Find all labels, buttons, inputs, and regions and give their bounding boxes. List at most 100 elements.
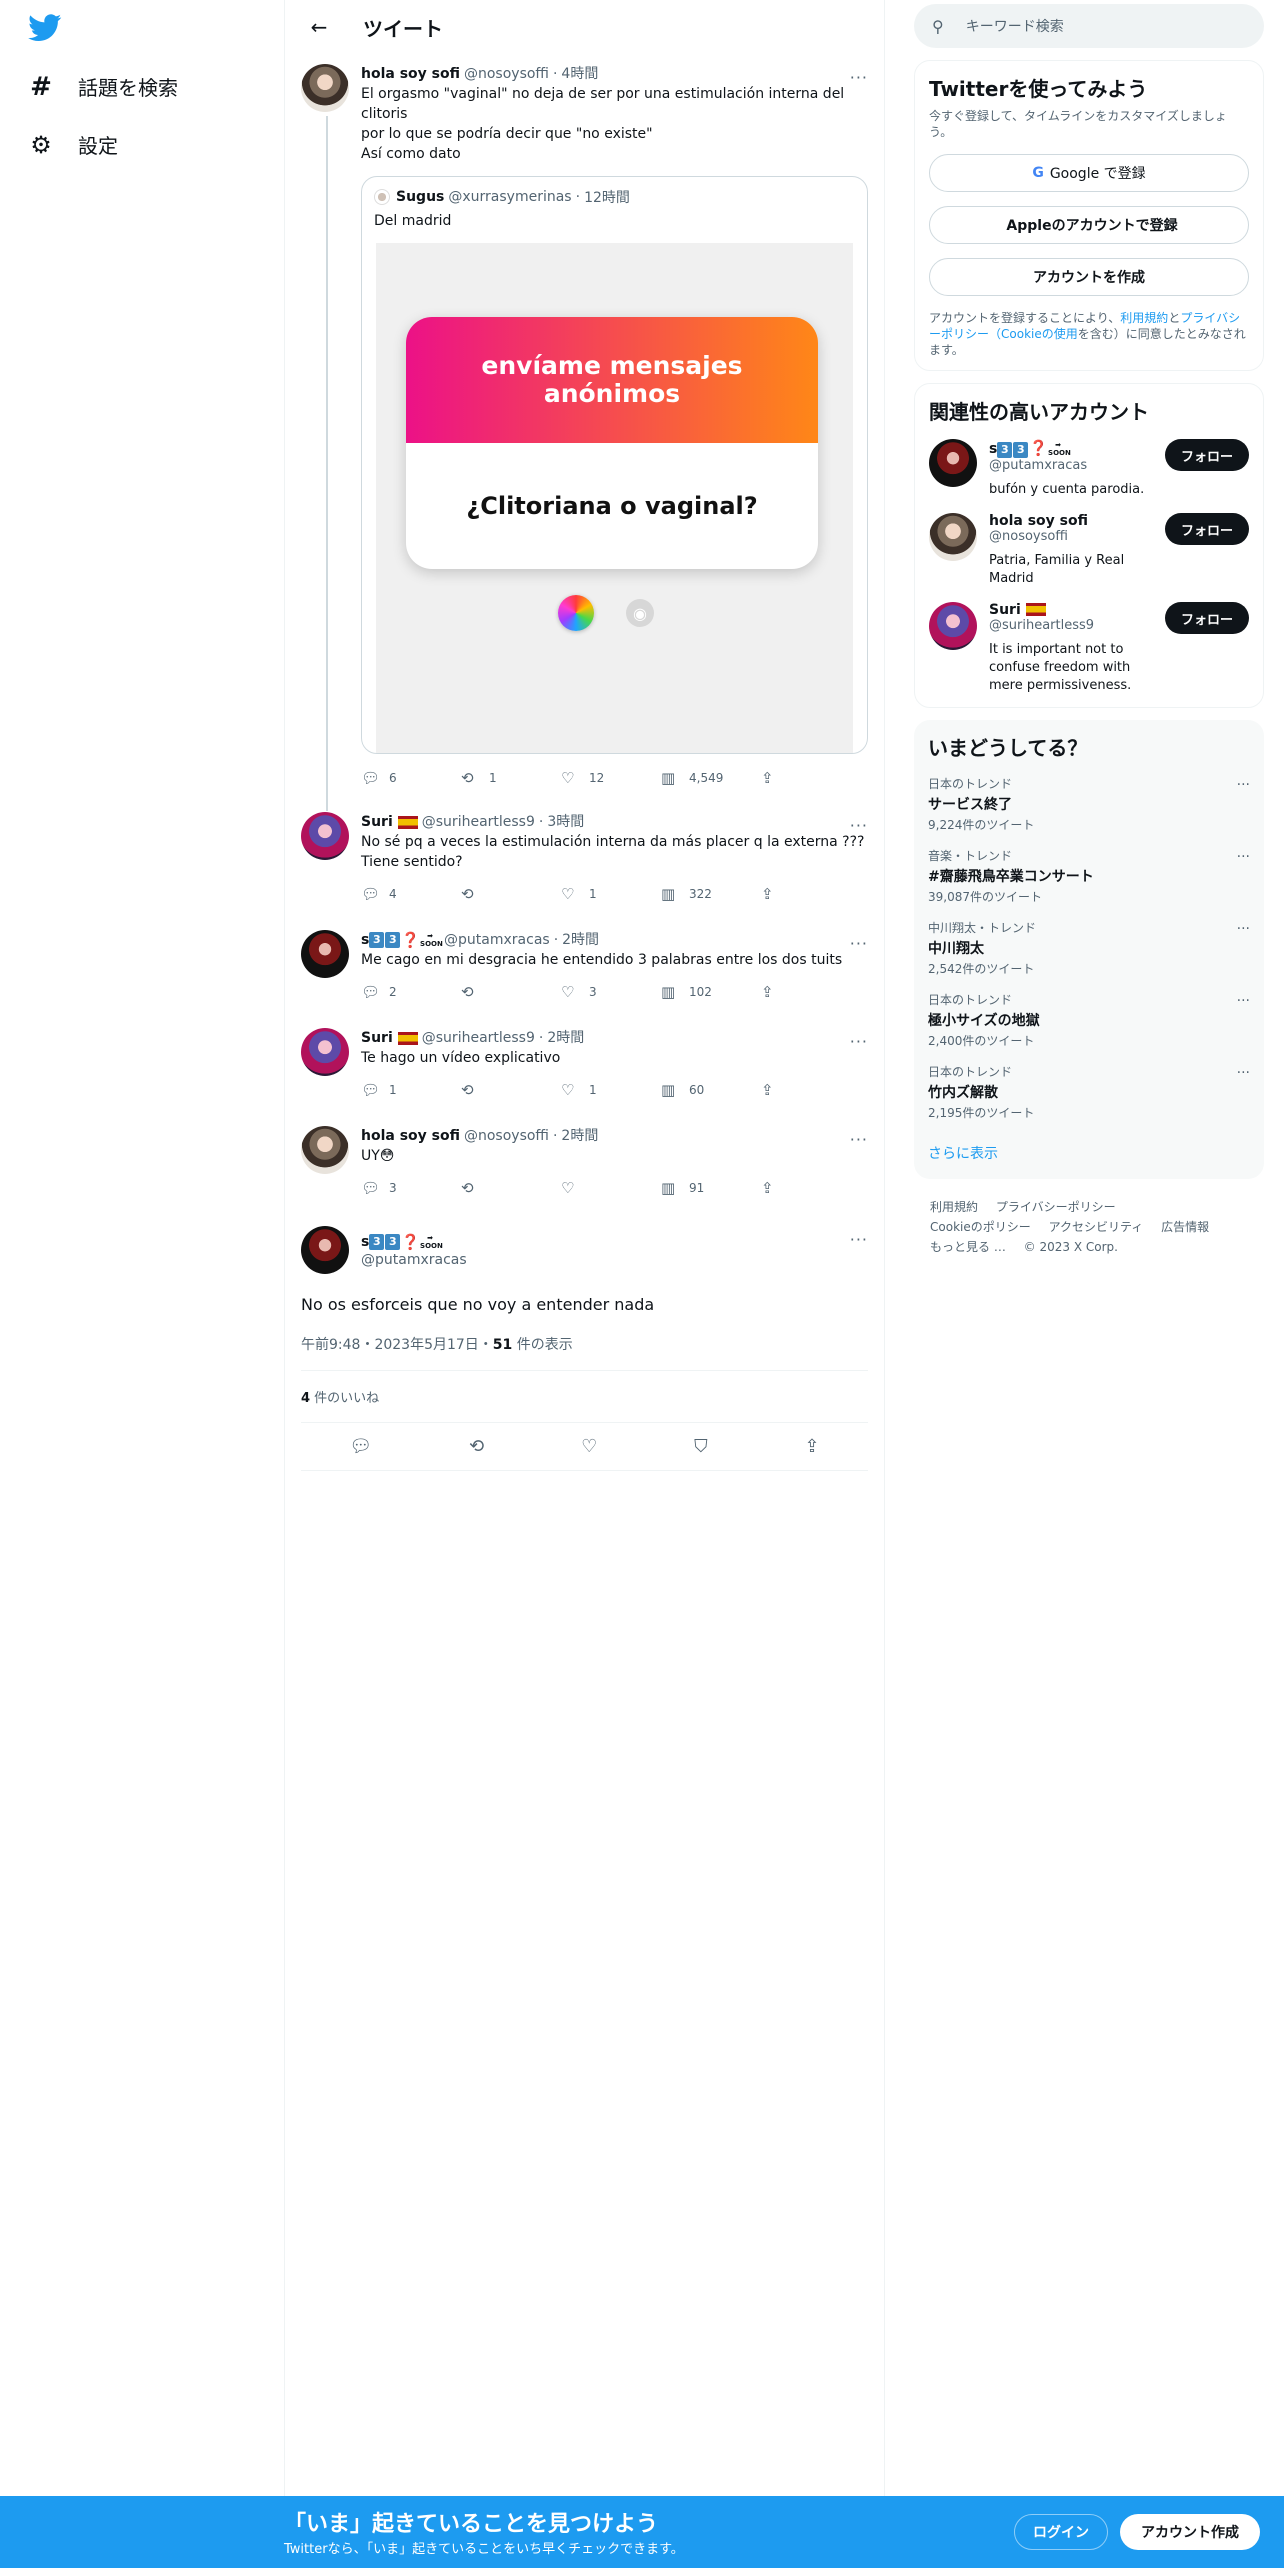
more-icon[interactable]: ··· bbox=[850, 934, 868, 953]
quote-image[interactable]: envíame mensajes anónimos ¿Clitoriana o … bbox=[376, 243, 853, 753]
author-name[interactable]: Suri bbox=[361, 1028, 393, 1048]
account-item[interactable]: s 3 3 ❓ ➡ SOON @putamxracas bufón y cuenta pa… bbox=[929, 439, 1249, 499]
heart-icon[interactable]: ♡ bbox=[581, 1436, 597, 1457]
avatar[interactable] bbox=[301, 64, 349, 112]
retweet-button[interactable]: ⟲ bbox=[461, 1081, 561, 1099]
reply-button[interactable]: 💬︎ 6 bbox=[361, 769, 461, 787]
more-icon[interactable]: ··· bbox=[850, 1230, 868, 1249]
avatar[interactable] bbox=[301, 1126, 349, 1174]
follow-button[interactable]: フォロー bbox=[1164, 602, 1249, 634]
views-button[interactable]: ▥ 322 bbox=[661, 885, 761, 903]
views-button[interactable]: ▥ 4,549 bbox=[661, 769, 761, 787]
like-button[interactable]: ♡ 1 bbox=[561, 1081, 661, 1099]
share-icon[interactable]: ⇪ bbox=[804, 1436, 819, 1457]
author-name[interactable]: Suri bbox=[361, 812, 393, 832]
show-more-link[interactable]: さらに表示 bbox=[928, 1143, 1250, 1163]
tweet-1[interactable]: hola soy sofi @nosoysoffi · 4時間 El orgas… bbox=[285, 54, 884, 811]
signup-button[interactable]: アカウント作成 bbox=[1120, 2514, 1260, 2550]
tweet-time[interactable]: 2時間 bbox=[547, 1028, 584, 1048]
search-input[interactable]: キーワード検索 bbox=[966, 16, 1064, 36]
more-icon[interactable]: ··· bbox=[850, 1032, 868, 1051]
back-arrow-icon[interactable]: ← bbox=[299, 7, 339, 47]
tweet-4[interactable]: Suri @suriheartless9 · 2時間 Te hago un ví… bbox=[285, 1010, 884, 1108]
footer-link-privacy[interactable]: プライバシーポリシー bbox=[996, 1200, 1116, 1214]
avatar[interactable] bbox=[301, 930, 349, 978]
more-icon[interactable]: ··· bbox=[1237, 849, 1250, 865]
account-item[interactable]: Suri @suriheartless9 It is important not… bbox=[929, 602, 1249, 695]
author-name[interactable]: s bbox=[361, 930, 369, 950]
trend-item[interactable]: 日本のトレンド サービス終了 9,224件のツイート ··· bbox=[928, 775, 1250, 833]
more-icon[interactable]: ··· bbox=[1237, 777, 1250, 793]
google-signup-button[interactable]: G Google で登録 bbox=[929, 154, 1249, 192]
author-handle[interactable]: @nosoysoffi bbox=[464, 64, 549, 84]
author-handle[interactable]: @putamxracas bbox=[361, 1252, 467, 1268]
views-button[interactable]: ▥ 91 bbox=[661, 1179, 761, 1197]
search-bar[interactable]: ⚲ キーワード検索 bbox=[914, 4, 1264, 48]
retweet-button[interactable]: ⟲ bbox=[461, 983, 561, 1001]
follow-button[interactable]: フォロー bbox=[1164, 513, 1249, 545]
more-icon[interactable]: ··· bbox=[850, 816, 868, 835]
tweet-5[interactable]: hola soy sofi @nosoysoffi · 2時間 UY😳 💬︎ 3 … bbox=[285, 1108, 884, 1206]
nav-item-explore[interactable]: # 話題を検索 bbox=[28, 72, 178, 102]
create-account-button[interactable]: アカウントを作成 bbox=[929, 258, 1249, 296]
footer-link-accessibility[interactable]: アクセシビリティ bbox=[1049, 1220, 1144, 1234]
login-button[interactable]: ログイン bbox=[1014, 2514, 1108, 2550]
more-icon[interactable]: ··· bbox=[850, 1130, 868, 1149]
share-button[interactable]: ⇪ bbox=[761, 1179, 861, 1197]
author-handle[interactable]: @nosoysoffi bbox=[464, 1126, 549, 1146]
twitter-logo-icon[interactable] bbox=[28, 14, 62, 42]
tweet-3[interactable]: s 3 3 ❓ ➡ SOON @putamxracas · 2時間 Me cago… bbox=[285, 912, 884, 1010]
retweet-button[interactable]: ⟲ bbox=[461, 885, 561, 903]
terms-link[interactable]: 利用規約 bbox=[1120, 311, 1168, 325]
footer-link-more[interactable]: もっと見る … bbox=[930, 1240, 1006, 1254]
account-item[interactable]: hola soy sofi @nosoysoffi Patria, Famili… bbox=[929, 513, 1249, 588]
share-button[interactable]: ⇪ bbox=[761, 1081, 861, 1099]
trend-item[interactable]: 日本のトレンド 極小サイズの地獄 2,400件のツイート ··· bbox=[928, 991, 1250, 1049]
views-button[interactable]: ▥ 102 bbox=[661, 983, 761, 1001]
author-name[interactable]: hola soy sofi bbox=[361, 1126, 460, 1146]
retweet-button[interactable]: ⟲ bbox=[461, 1179, 561, 1197]
nav-item-settings[interactable]: ⚙ 設定 bbox=[28, 130, 118, 159]
like-button[interactable]: ♡ bbox=[561, 1179, 661, 1197]
author-handle[interactable]: @suriheartless9 bbox=[422, 1028, 535, 1048]
footer-link-terms[interactable]: 利用規約 bbox=[930, 1200, 978, 1214]
follow-button[interactable]: フォロー bbox=[1164, 439, 1249, 471]
avatar[interactable] bbox=[301, 1226, 349, 1274]
share-button[interactable]: ⇪ bbox=[761, 769, 861, 787]
tweet-time[interactable]: 3時間 bbox=[547, 812, 584, 832]
author-handle[interactable]: @putamxracas bbox=[444, 930, 550, 950]
reply-icon[interactable]: 💬︎ bbox=[349, 1436, 372, 1457]
retweet-icon[interactable]: ⟲ bbox=[469, 1436, 484, 1457]
author-name[interactable]: s bbox=[361, 1232, 369, 1252]
like-button[interactable]: ♡ 1 bbox=[561, 885, 661, 903]
tweet-2[interactable]: Suri @suriheartless9 · 3時間 No sé pq a ve… bbox=[285, 796, 884, 912]
avatar[interactable] bbox=[929, 513, 977, 561]
reply-button[interactable]: 💬︎ 1 bbox=[361, 1081, 461, 1099]
likes-summary[interactable]: 4 件のいいね bbox=[301, 1371, 868, 1423]
trend-item[interactable]: 日本のトレンド 竹内ズ解散 2,195件のツイート ··· bbox=[928, 1063, 1250, 1121]
apple-signup-button[interactable]: Appleのアカウントで登録 bbox=[929, 206, 1249, 244]
share-button[interactable]: ⇪ bbox=[761, 885, 861, 903]
avatar[interactable] bbox=[929, 602, 977, 650]
tweet-time[interactable]: 2時間 bbox=[562, 930, 599, 950]
footer-link-ads[interactable]: 広告情報 bbox=[1161, 1220, 1209, 1234]
bookmark-icon[interactable]: ⛉ bbox=[694, 1436, 708, 1457]
more-icon[interactable]: ··· bbox=[1237, 1065, 1250, 1081]
avatar[interactable] bbox=[301, 812, 349, 860]
share-button[interactable]: ⇪ bbox=[761, 983, 861, 1001]
reply-button[interactable]: 💬︎ 4 bbox=[361, 885, 461, 903]
like-button[interactable]: ♡ 3 bbox=[561, 983, 661, 1001]
author-name[interactable]: hola soy sofi bbox=[361, 64, 460, 84]
reply-button[interactable]: 💬︎ 3 bbox=[361, 1179, 461, 1197]
retweet-button[interactable]: ⟲ 1 bbox=[461, 769, 561, 787]
tweet-timestamp[interactable]: 午前9:48・2023年5月17日・ bbox=[301, 1337, 493, 1353]
trend-item[interactable]: 音楽・トレンド #齋藤飛鳥卒業コンサート 39,087件のツイート ··· bbox=[928, 847, 1250, 905]
more-icon[interactable]: ··· bbox=[850, 68, 868, 87]
trend-item[interactable]: 中川翔太・トレンド 中川翔太 2,542件のツイート ··· bbox=[928, 919, 1250, 977]
more-icon[interactable]: ··· bbox=[1237, 921, 1250, 937]
reply-button[interactable]: 💬︎ 2 bbox=[361, 983, 461, 1001]
quoted-tweet[interactable]: Sugus @xurrasymerinas · 12時間 Del madrid … bbox=[361, 176, 868, 754]
views-button[interactable]: ▥ 60 bbox=[661, 1081, 761, 1099]
avatar[interactable] bbox=[301, 1028, 349, 1076]
like-button[interactable]: ♡ 12 bbox=[561, 769, 661, 787]
